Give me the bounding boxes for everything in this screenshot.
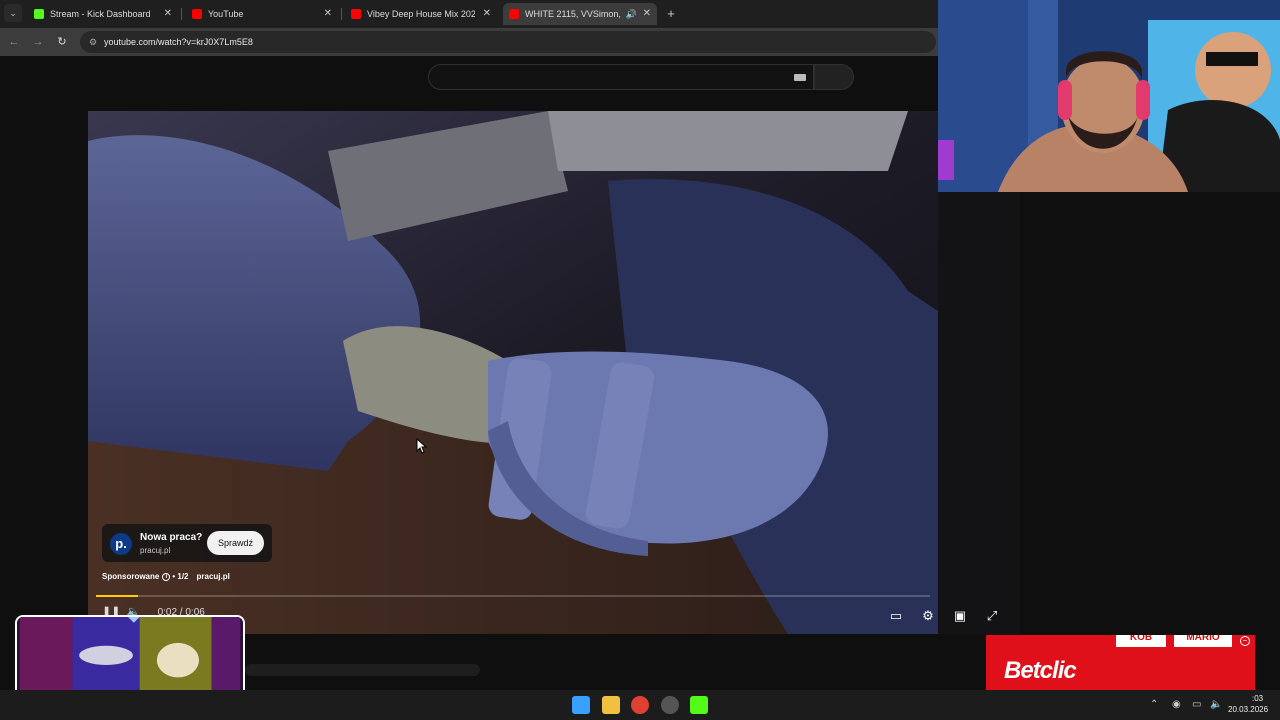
forward-icon[interactable]: → [30, 34, 46, 50]
tab-youtube[interactable]: YouTube ✕ [186, 3, 338, 25]
network-icon[interactable]: ◉ [1172, 699, 1181, 710]
file-explorer-icon[interactable] [602, 696, 620, 714]
ad-title: Nowa praca? [140, 532, 203, 543]
tab-title: YouTube [208, 9, 244, 19]
video-player-extension: ▣ ⤢ [938, 192, 1020, 634]
volume-tray-icon[interactable]: 🔈 [1210, 699, 1222, 710]
theater-icon[interactable]: ▣ [950, 606, 970, 626]
browser-toolbar: ← → ↻ ⚙ youtube.com/watch?v=krJ0X7Lm5E8 [0, 28, 940, 56]
taskbar-clock-time[interactable]: :03 [1252, 694, 1263, 703]
tab-separator [181, 8, 182, 20]
ad-cta-button[interactable]: Sprawdź [207, 531, 264, 555]
windows-start-icon[interactable] [572, 696, 590, 714]
search-button[interactable] [814, 64, 854, 90]
close-icon[interactable]: ✕ [164, 3, 172, 25]
chrome-icon[interactable] [631, 696, 649, 714]
tab-white-2115[interactable]: WHITE 2115, VVSimon, Pala 🔊 ✕ [503, 3, 657, 25]
sponsored-badge: Sponsorowane i • 1/2 pracuj.pl [102, 572, 230, 581]
video-player[interactable]: p. Nowa praca? pracuj.pl Sprawdź Sponsor… [88, 111, 938, 634]
taskbar-clock-date[interactable]: 20.03.2026 [1228, 705, 1268, 714]
back-icon[interactable]: ← [6, 34, 22, 50]
kick-icon [34, 9, 44, 19]
mouse-cursor-icon [416, 438, 428, 454]
tab-separator [341, 8, 342, 20]
speaker-icon[interactable]: 🔊 [626, 3, 637, 25]
youtube-icon [509, 9, 519, 19]
address-bar[interactable]: ⚙ youtube.com/watch?v=krJ0X7Lm5E8 [80, 31, 936, 53]
betclic-tag-right: MARIO [1174, 635, 1232, 647]
youtube-icon [192, 9, 202, 19]
tab-deep-house-mix[interactable]: Vibey Deep House Mix 2025 | Vi ✕ [345, 3, 497, 25]
sponsored-label: Sponsorowane [102, 572, 160, 581]
tab-title: Vibey Deep House Mix 2025 | Vi [367, 9, 475, 19]
new-tab-button[interactable]: + [664, 3, 678, 25]
webcam-overlay [938, 0, 1280, 192]
betclic-logo: Betclic [1004, 657, 1077, 684]
url-text: youtube.com/watch?v=krJ0X7Lm5E8 [104, 37, 253, 47]
windows-taskbar: ⌃ ◉ ▭ 🔈 [0, 690, 1280, 720]
close-icon[interactable]: ✕ [483, 3, 491, 25]
youtube-icon [351, 9, 361, 19]
ad-advertiser[interactable]: pracuj.pl [197, 572, 230, 581]
settings-icon[interactable]: ⚙ [918, 606, 938, 626]
progress-bar[interactable] [96, 595, 930, 597]
tab-title: WHITE 2115, VVSimon, Pala [525, 9, 621, 19]
ad-card[interactable]: p. Nowa praca? pracuj.pl Sprawdź [102, 524, 272, 562]
betclic-tag-left: KOB [1116, 635, 1166, 647]
tray-chevron-icon[interactable]: ⌃ [1150, 699, 1158, 710]
close-icon[interactable]: − [1240, 636, 1250, 646]
ad-domain: pracuj.pl [140, 546, 171, 555]
tab-kick-dashboard[interactable]: Stream - Kick Dashboard ✕ [28, 3, 178, 25]
reload-icon[interactable]: ↻ [54, 34, 70, 50]
progress-fill [96, 595, 138, 597]
kick-icon[interactable] [690, 696, 708, 714]
keyboard-icon[interactable] [794, 74, 806, 81]
pracuj-logo: p. [110, 533, 132, 555]
tab-title: Stream - Kick Dashboard [50, 9, 151, 19]
subtitles-icon[interactable]: ▭ [886, 606, 906, 626]
ad-count: • 1/2 [172, 572, 189, 581]
tab-search-icon[interactable]: ⌄ [4, 4, 22, 22]
close-icon[interactable]: ✕ [643, 3, 651, 25]
display-icon[interactable]: ▭ [1192, 699, 1201, 710]
close-icon[interactable]: ✕ [324, 3, 332, 25]
obs-icon[interactable] [661, 696, 679, 714]
fullscreen-icon[interactable]: ⤢ [982, 606, 1002, 626]
scroll-placeholder [245, 664, 480, 676]
search-input[interactable] [428, 64, 814, 90]
info-icon[interactable]: i [162, 572, 171, 581]
site-info-icon[interactable]: ⚙ [86, 35, 100, 49]
